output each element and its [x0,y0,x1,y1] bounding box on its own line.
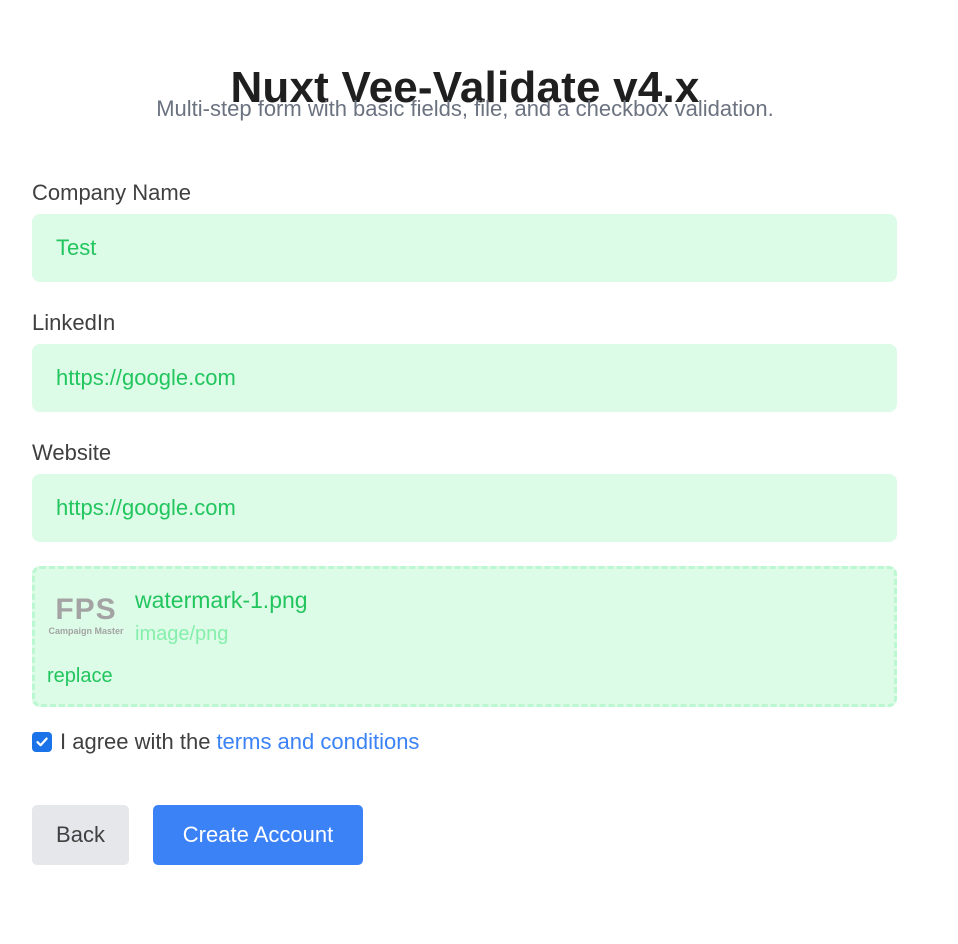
file-thumbnail: FPS Campaign Master [47,595,125,643]
terms-checkbox[interactable] [32,732,52,752]
linkedin-field: LinkedIn [32,308,897,412]
file-type: image/png [135,623,229,645]
website-field: Website [32,438,897,542]
website-label: Website [32,440,112,465]
file-name: watermark-1.png [135,587,308,613]
thumbnail-logo-caption: Campaign Master [48,626,124,636]
back-button[interactable]: Back [32,805,129,865]
linkedin-input[interactable] [32,344,897,412]
create-account-button[interactable]: Create Account [153,805,363,865]
company-name-input[interactable] [32,214,897,282]
checkmark-icon [36,737,48,747]
file-replace-link[interactable]: replace [47,665,113,688]
terms-link[interactable]: terms and conditions [216,729,419,755]
linkedin-label: LinkedIn [32,310,116,335]
thumbnail-logo-text: FPS [55,593,117,626]
company-name-label: Company Name [32,180,191,205]
multi-step-form: Company Name LinkedIn Website FPS Campai… [32,178,897,707]
website-input[interactable] [32,474,897,542]
page-subtitle: Multi-step form with basic fields, file,… [156,96,774,121]
terms-agreement: I agree with the terms and conditions [32,727,419,757]
file-dropzone[interactable]: FPS Campaign Master watermark-1.png imag… [32,566,897,707]
company-name-field: Company Name [32,178,897,282]
terms-text: I agree with the [60,729,211,754]
